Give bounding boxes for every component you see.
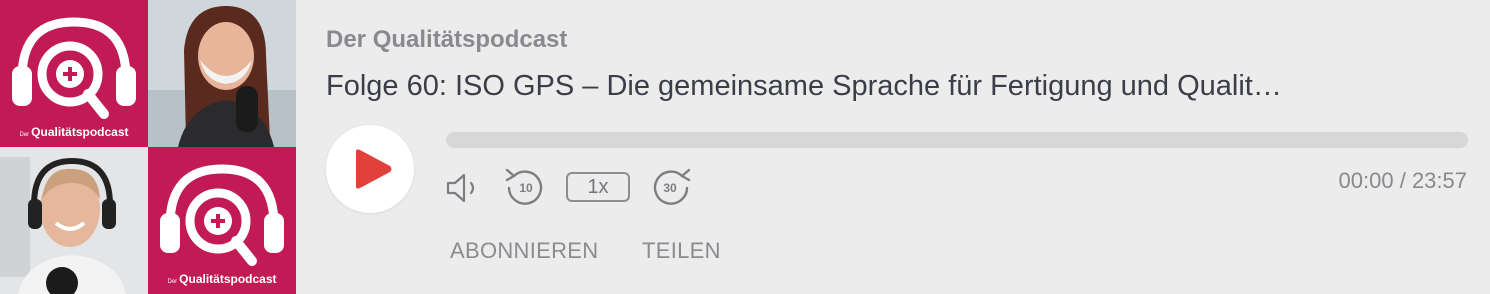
play-icon [356,149,392,189]
current-time: 00:00 [1338,168,1394,193]
volume-button[interactable] [446,172,486,204]
forward-30-button[interactable]: 30 [650,166,692,208]
rewind-10-button[interactable]: 10 [504,166,546,208]
share-link[interactable]: TEILEN [642,238,721,264]
progress-bar[interactable] [446,132,1468,148]
duration: 23:57 [1411,168,1467,193]
show-title: Der Qualitätspodcast [326,26,568,53]
podcast-logo-tile-2: Der Qualitätspodcast [148,147,296,294]
svg-text:30: 30 [663,181,677,195]
rewind-10-icon: 10 [505,168,543,205]
host-photo-man [0,147,148,294]
episode-title: Folge 60: ISO GPS – Die gemeinsame Sprac… [326,70,1282,102]
podcast-cover-art: Der Qualitätspodcast Der Qualitätspodcas… [0,0,296,294]
logo-caption: Der Qualitätspodcast [167,272,277,286]
volume-icon [446,173,475,203]
player-panel: Der Qualitätspodcast Folge 60: ISO GPS –… [326,0,1490,294]
podcast-logo-tile: Der Qualitätspodcast [0,0,148,147]
svg-text:10: 10 [519,181,533,195]
forward-30-icon: 30 [653,168,691,205]
host-photo-woman [148,0,296,147]
time-display: 00:00 / 23:57 [1339,168,1468,194]
logo-caption: Der Qualitätspodcast [19,125,129,139]
time-separator: / [1399,168,1406,193]
playback-speed-button[interactable]: 1x [566,172,630,202]
play-button[interactable] [326,125,414,213]
subscribe-link[interactable]: ABONNIEREN [450,238,598,264]
